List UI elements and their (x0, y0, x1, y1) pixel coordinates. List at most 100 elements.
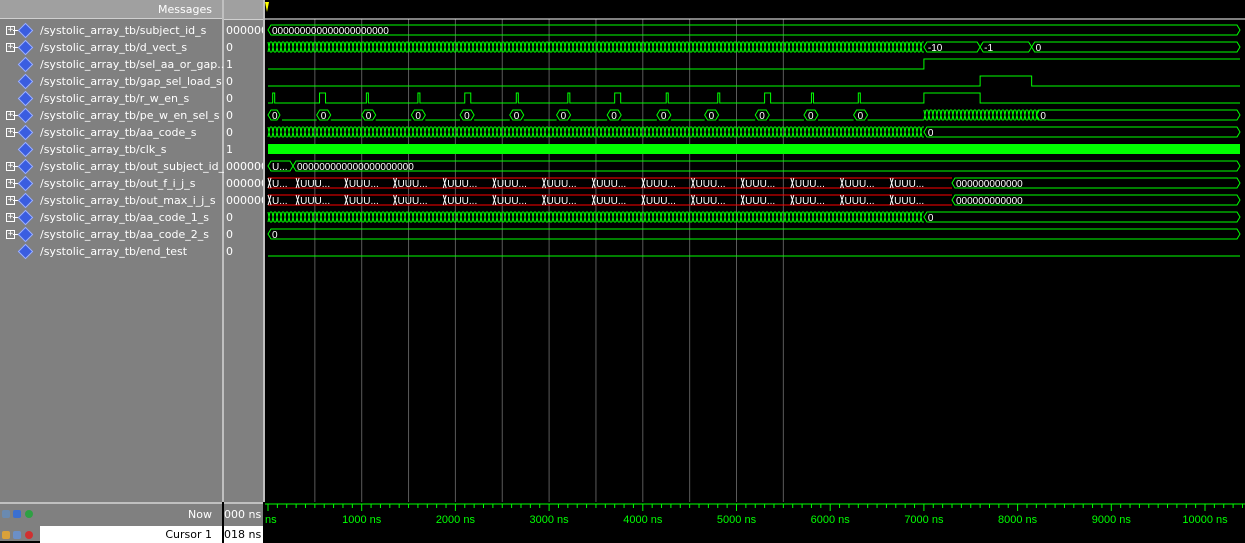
bus-label: 0 (858, 111, 864, 122)
bus-transition (393, 194, 398, 206)
signal-diamond-icon (17, 141, 34, 158)
bus-transition (542, 177, 547, 189)
signal-names-panel: Messages +/systolic_array_tb/subject_id_… (0, 0, 230, 502)
bus-label: UUU... (795, 196, 825, 207)
bus-label: 0 (808, 111, 814, 122)
signal-value: 0 (226, 211, 233, 224)
bus-label: UUU... (547, 196, 577, 207)
lock-icon[interactable] (2, 531, 10, 539)
signal-values-panel: 00000000100001000000000000000000000000 (224, 0, 265, 502)
waveform-canvas[interactable]: 000000000000000000000-10 -1 00 0 0 0 0 0 0 0 0 0 0 0 0… (265, 0, 1245, 502)
signal-diamond-icon (17, 90, 34, 107)
signal-diamond-icon (17, 243, 34, 260)
edit-cursor-icon[interactable] (13, 531, 21, 539)
bus-label: UUU... (596, 179, 626, 190)
bus-label: U... (272, 196, 288, 207)
dense-bus (923, 109, 1040, 121)
ruler-start-label: ns (265, 514, 277, 526)
cursor-label: Cursor 1 (165, 528, 212, 541)
bus-label: UUU... (300, 196, 330, 207)
signal-row[interactable]: +/systolic_array_tb/out_max_i_j_s (0, 192, 222, 209)
signal-row[interactable]: /systolic_array_tb/clk_s (0, 141, 222, 158)
signal-row[interactable]: +/systolic_array_tb/out_f_i_j_s (0, 175, 222, 192)
signal-row[interactable]: +/systolic_array_tb/pe_w_en_sel_s (0, 107, 222, 124)
ruler-label: 1000 ns (342, 514, 382, 526)
cursor-strip[interactable] (265, 529, 1245, 541)
cursor-row[interactable]: Cursor 1 (40, 526, 222, 543)
bus-transition (591, 177, 596, 189)
bus-label: 0 (709, 111, 715, 122)
bus-segment (292, 160, 1241, 172)
delete-cursor-icon[interactable] (25, 531, 33, 539)
signal-row[interactable]: +/systolic_array_tb/aa_code_2_s (0, 226, 222, 243)
bus-label: UUU... (845, 196, 875, 207)
signal-row[interactable]: +/systolic_array_tb/subject_id_s (0, 22, 222, 39)
signal-name: /systolic_array_tb/aa_code_s (40, 126, 197, 139)
signal-value: 0 (226, 75, 233, 88)
bus-transition (840, 194, 844, 206)
signal-name: /systolic_array_tb/end_test (40, 245, 188, 258)
signal-name: /systolic_array_tb/out_max_i_j_s (40, 194, 216, 207)
signal-name: /systolic_array_tb/sel_aa_or_gap... (40, 58, 228, 71)
signal-row[interactable]: /systolic_array_tb/gap_sel_load_s (0, 73, 222, 90)
signal-row[interactable]: +/systolic_array_tb/aa_code_1_s (0, 209, 222, 226)
zoom-icon[interactable] (2, 510, 10, 518)
signal-row[interactable]: +/systolic_array_tb/aa_code_s (0, 124, 222, 141)
bus-transition (740, 177, 745, 189)
signal-value: 0 (226, 92, 233, 105)
timeline-area[interactable]: ns 1000 ns 2000 ns 3000 ns 4000 ns 5000 ns 600… (265, 502, 1245, 541)
add-cursor-icon[interactable] (25, 510, 33, 518)
signal-value: 0 (226, 245, 233, 258)
bus-segment (1031, 41, 1241, 53)
signal-row[interactable]: /systolic_array_tb/end_test (0, 243, 222, 260)
bus-transition (790, 194, 795, 206)
signal-name: /systolic_array_tb/subject_id_s (40, 24, 207, 37)
signal-diamond-icon (17, 158, 34, 175)
signal-row[interactable]: /systolic_array_tb/r_w_en_s (0, 90, 222, 107)
signal-diamond-icon (17, 175, 34, 192)
ruler-label: 9000 ns (1092, 514, 1132, 526)
bus-label: UUU... (447, 196, 477, 207)
bus-label: UUU... (447, 179, 477, 190)
bus-transition (889, 194, 894, 206)
bus-transition (492, 194, 497, 206)
signal-diamond-icon (17, 226, 34, 243)
bus-label: UUU... (497, 179, 527, 190)
bus-label: UUU... (497, 196, 527, 207)
bus-label: 000000000000 (956, 196, 1023, 207)
bus-segment (923, 211, 1241, 223)
bus-segment (923, 126, 1241, 138)
cursor-value: 018 ns (224, 528, 262, 541)
waveform-panel[interactable]: 000000000000000000000 -10 -1 0 0 0 0 0 0 0 0 0 0 0 0 0 0… (265, 0, 1245, 502)
bus-label: UUU... (547, 179, 577, 190)
signal-name: /systolic_array_tb/r_w_en_s (40, 92, 190, 105)
digital-wave (268, 92, 1240, 104)
bus-label: -10 (928, 43, 943, 54)
signal-row[interactable]: /systolic_array_tb/sel_aa_or_gap... (0, 56, 228, 73)
signal-diamond-icon (17, 107, 34, 124)
ruler-label: 4000 ns (623, 514, 663, 526)
bus-transition (442, 177, 447, 189)
signal-value: 0 (226, 109, 233, 122)
window-icon[interactable] (13, 510, 21, 518)
bus-transition (691, 194, 696, 206)
signal-name: /systolic_array_tb/d_vect_s (40, 41, 188, 54)
timeline-ruler[interactable]: ns 1000 ns 2000 ns 3000 ns 4000 ns 5000 ns 600… (265, 502, 1245, 529)
bus-label: 0 (661, 111, 667, 122)
signal-value: 0 (226, 126, 233, 139)
bus-label: 0 (928, 213, 934, 224)
bus-label: 0 (272, 230, 278, 241)
signal-row[interactable]: +/systolic_array_tb/d_vect_s (0, 39, 222, 56)
signal-diamond-icon (17, 73, 34, 90)
bus-label: 000000000000 (956, 179, 1023, 190)
signal-value: 0 (226, 41, 233, 54)
bus-label: UUU... (349, 196, 379, 207)
bus-label: UUU... (745, 179, 775, 190)
signal-diamond-icon (17, 22, 34, 39)
bus-label: 0 (759, 111, 765, 122)
signal-row[interactable]: +/systolic_array_tb/out_subject_id_s (0, 158, 230, 175)
bus-label: UUU... (696, 196, 726, 207)
signal-name: /systolic_array_tb/aa_code_1_s (40, 211, 209, 224)
signal-value: 0000000 (226, 24, 263, 37)
bus-segment (267, 228, 1241, 240)
